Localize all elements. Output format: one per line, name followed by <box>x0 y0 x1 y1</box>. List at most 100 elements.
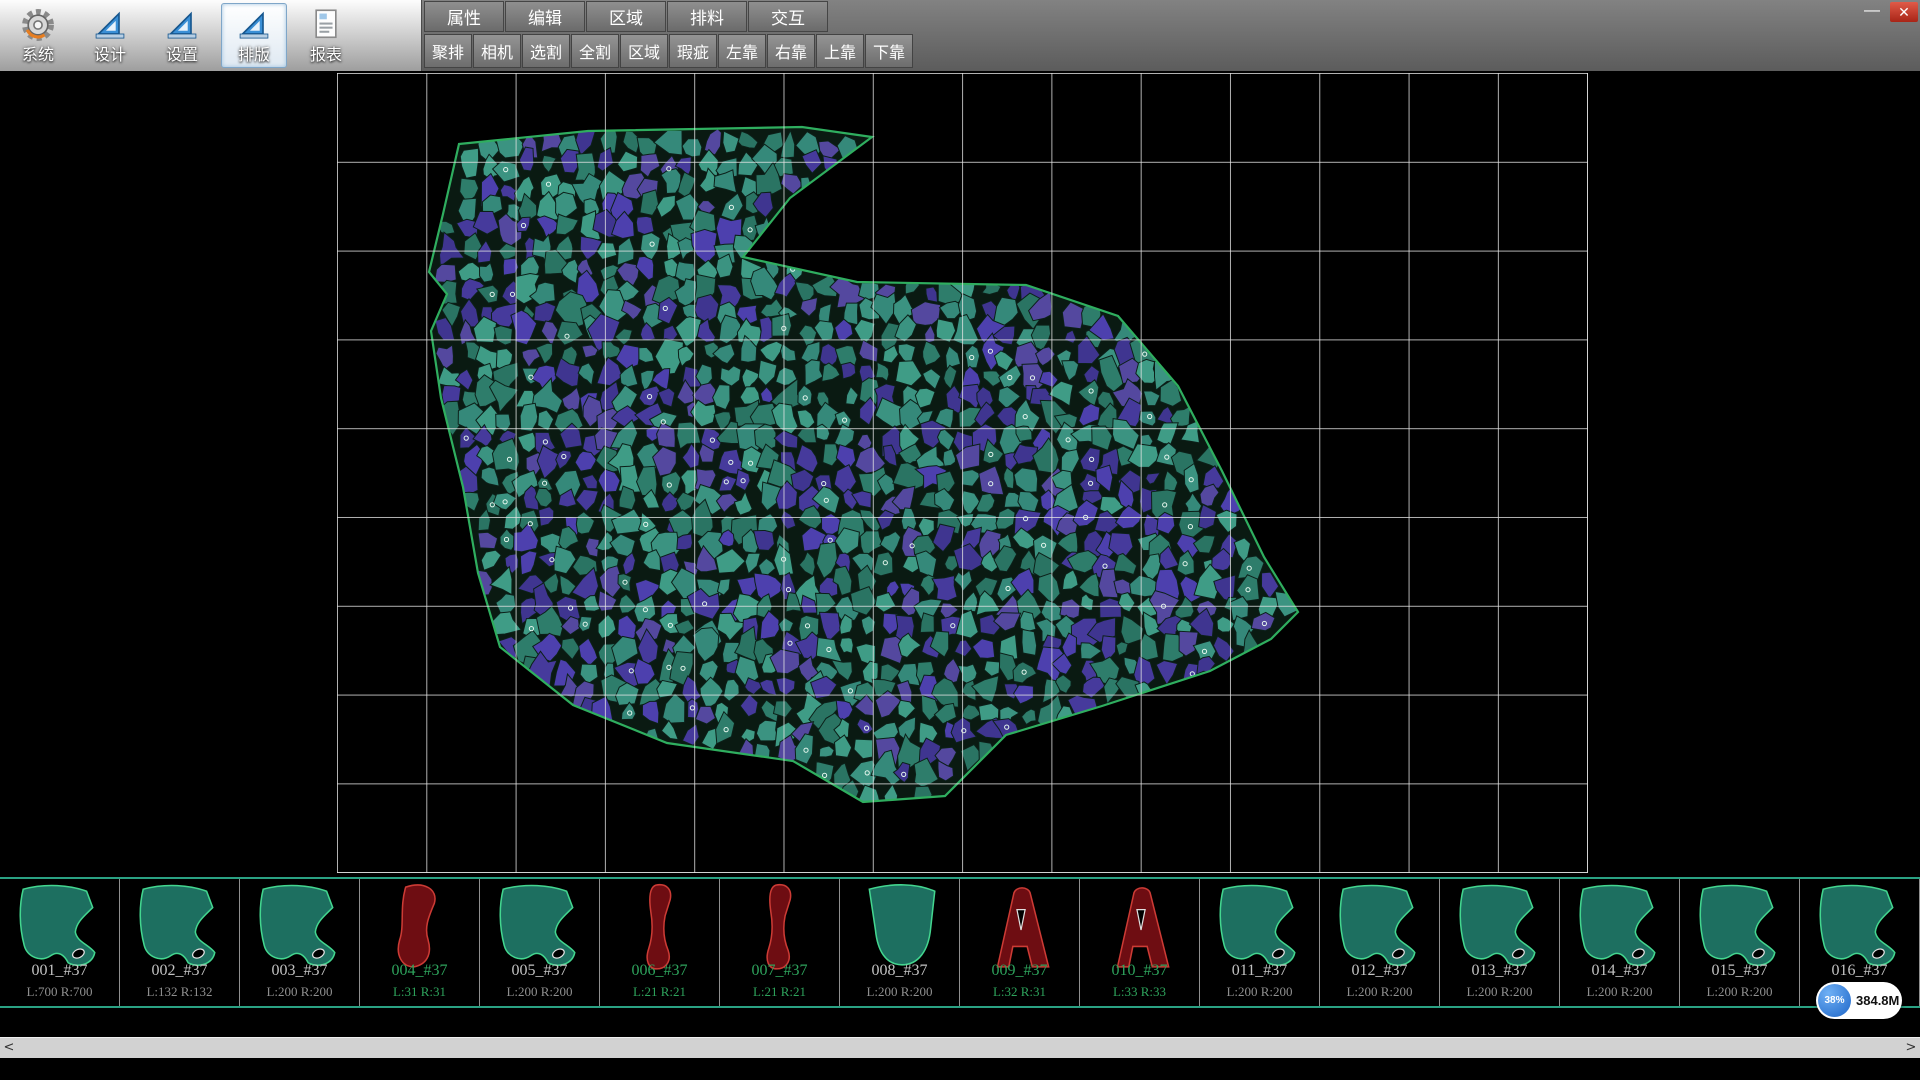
part-shape <box>1210 881 1310 973</box>
horizontal-scrollbar[interactable]: < > <box>0 1037 1920 1058</box>
setsquare-icon <box>164 7 200 43</box>
part-lr-count: L:200 R:200 <box>1560 984 1679 1000</box>
nesting-canvas[interactable] <box>0 71 1920 877</box>
part-card[interactable]: 010_#37 L:33 R:33 <box>1080 879 1200 1006</box>
part-shape <box>1450 881 1550 973</box>
part-shape <box>490 881 590 973</box>
tool-button-7[interactable]: 左靠 <box>718 34 766 68</box>
progress-circle: 38% <box>1818 984 1851 1017</box>
part-name: 014_#37 <box>1560 962 1679 980</box>
menu-button-5[interactable]: 交互 <box>748 1 828 32</box>
app-tab-1[interactable]: 系统 <box>5 3 71 68</box>
app-tab-2[interactable]: 设计 <box>77 3 143 68</box>
tool-button-8[interactable]: 右靠 <box>767 34 815 68</box>
app-tab-bar: 系统 设计 设置 排版报表 <box>0 0 422 71</box>
part-lr-count: L:33 R:33 <box>1080 984 1199 1000</box>
parts-strip: 001_#37 L:700 R:700002_#37L:132 R:132003_… <box>0 877 1920 1008</box>
part-card[interactable]: 001_#37 L:700 R:700 <box>0 879 120 1006</box>
menu-bar-secondary: 聚排相机选割全割区域瑕疵左靠右靠上靠下靠 <box>424 34 914 68</box>
tool-button-2[interactable]: 相机 <box>473 34 521 68</box>
gear-icon <box>20 7 56 43</box>
setsquare-icon <box>92 7 128 43</box>
menu-button-1[interactable]: 属性 <box>424 1 504 32</box>
menu-button-2[interactable]: 编辑 <box>505 1 585 32</box>
part-card[interactable]: 003_#37 L:200 R:200 <box>240 879 360 1006</box>
close-button[interactable]: ✕ <box>1890 2 1918 22</box>
part-name: 005_#37 <box>480 962 599 980</box>
part-card[interactable]: 011_#37 L:200 R:200 <box>1200 879 1320 1006</box>
part-shape <box>370 881 470 973</box>
top-toolbar: 系统设计设置排版报表 属性编辑区域排料交互 聚排相机选割全割区域瑕疵左靠右靠上靠… <box>0 0 1920 71</box>
report-icon <box>308 7 344 43</box>
scroll-left-arrow[interactable]: < <box>0 1038 18 1058</box>
part-lr-count: L:200 R:200 <box>1440 984 1559 1000</box>
part-card[interactable]: 015_#37 L:200 R:200 <box>1680 879 1800 1006</box>
part-shape <box>970 881 1070 973</box>
app-tab-label: 设计 <box>94 41 126 65</box>
part-shape <box>1810 881 1910 973</box>
leather-hide-layout[interactable] <box>0 71 1920 877</box>
part-name: 008_#37 <box>840 962 959 980</box>
part-name: 010_#37 <box>1080 962 1199 980</box>
part-shape <box>1090 881 1190 973</box>
part-name: 006_#37 <box>600 962 719 980</box>
tool-button-5[interactable]: 区域 <box>620 34 668 68</box>
part-shape <box>730 881 830 973</box>
part-lr-count: L:21 R:21 <box>600 984 719 1000</box>
memory-status-badge: 38% 384.8M <box>1816 982 1902 1019</box>
tool-button-1[interactable]: 聚排 <box>424 34 472 68</box>
part-shape <box>250 881 350 973</box>
minimize-button[interactable]: — <box>1860 4 1884 22</box>
part-lr-count: L:21 R:21 <box>720 984 839 1000</box>
app-tab-3[interactable]: 设置 <box>149 3 215 68</box>
part-name: 015_#37 <box>1680 962 1799 980</box>
part-card[interactable]: 008_#37L:200 R:200 <box>840 879 960 1006</box>
part-card[interactable]: 009_#37L:32 R:31 <box>960 879 1080 1006</box>
part-card[interactable]: 002_#37L:132 R:132 <box>120 879 240 1006</box>
part-name: 011_#37 <box>1200 962 1319 980</box>
part-name: 013_#37 <box>1440 962 1559 980</box>
part-lr-count: L:32 R:31 <box>960 984 1079 1000</box>
part-lr-count: L:132 R:132 <box>120 984 239 1000</box>
tool-button-3[interactable]: 选割 <box>522 34 570 68</box>
tool-button-10[interactable]: 下靠 <box>865 34 913 68</box>
part-lr-count: L:200 R:200 <box>1680 984 1799 1000</box>
app-tab-4[interactable]: 排版 <box>221 3 287 68</box>
part-name: 003_#37 <box>240 962 359 980</box>
part-card[interactable]: 005_#37 L:200 R:200 <box>480 879 600 1006</box>
part-lr-count: L:200 R:200 <box>240 984 359 1000</box>
tool-button-6[interactable]: 瑕疵 <box>669 34 717 68</box>
part-name: 007_#37 <box>720 962 839 980</box>
part-shape <box>10 881 110 973</box>
app-tab-label: 排版 <box>238 41 270 65</box>
part-lr-count: L:700 R:700 <box>0 984 119 1000</box>
part-lr-count: L:200 R:200 <box>480 984 599 1000</box>
part-shape <box>610 881 710 973</box>
part-shape <box>1570 881 1670 973</box>
part-card[interactable]: 012_#37L:200 R:200 <box>1320 879 1440 1006</box>
part-card[interactable]: 014_#37 L:200 R:200 <box>1560 879 1680 1006</box>
memory-text: 384.8M <box>1856 993 1899 1008</box>
menu-button-4[interactable]: 排料 <box>667 1 747 32</box>
part-name: 016_#37 <box>1800 962 1919 980</box>
tool-button-9[interactable]: 上靠 <box>816 34 864 68</box>
part-shape <box>130 881 230 973</box>
app-tab-label: 系统 <box>22 41 54 65</box>
part-shape <box>850 881 950 973</box>
scroll-right-arrow[interactable]: > <box>1902 1038 1920 1058</box>
part-card[interactable]: 006_#37 L:21 R:21 <box>600 879 720 1006</box>
part-card[interactable]: 004_#37 L:31 R:31 <box>360 879 480 1006</box>
app-tab-5[interactable]: 报表 <box>293 3 359 68</box>
part-name: 004_#37 <box>360 962 479 980</box>
part-card[interactable]: 013_#37 L:200 R:200 <box>1440 879 1560 1006</box>
part-name: 012_#37 <box>1320 962 1439 980</box>
part-card[interactable]: 007_#37 L:21 R:21 <box>720 879 840 1006</box>
app-tab-label: 设置 <box>166 41 198 65</box>
part-lr-count: L:200 R:200 <box>1200 984 1319 1000</box>
setsquare-icon <box>236 7 272 43</box>
part-name: 001_#37 <box>0 962 119 980</box>
tool-button-4[interactable]: 全割 <box>571 34 619 68</box>
menu-button-3[interactable]: 区域 <box>586 1 666 32</box>
part-lr-count: L:31 R:31 <box>360 984 479 1000</box>
part-shape <box>1330 881 1430 973</box>
